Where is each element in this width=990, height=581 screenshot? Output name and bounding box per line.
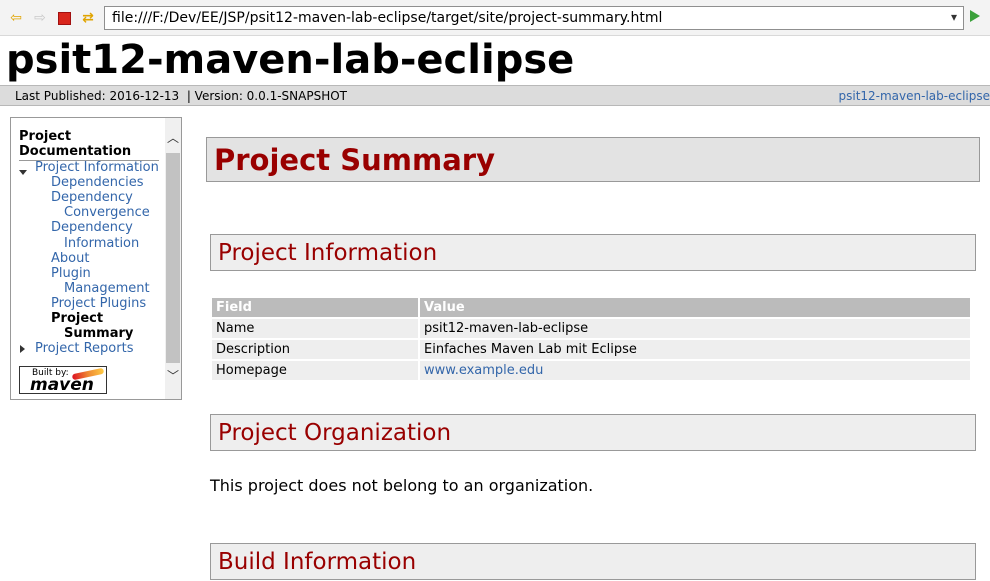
table-cell-field: Description <box>212 340 418 359</box>
left-navigation: Project Documentation Project Informatio… <box>10 117 182 400</box>
nav-dependency-information[interactable]: Dependency <box>51 220 133 235</box>
scroll-up-icon[interactable]: ︿ <box>165 130 181 146</box>
go-icon[interactable] <box>970 10 980 22</box>
nav-about[interactable]: About <box>51 251 89 266</box>
section-project-information: Project Information <box>210 234 976 271</box>
table-header-row: Field Value <box>212 298 970 317</box>
last-published: Last Published: 2016-12-13 <box>15 89 180 103</box>
table-cell-value: psit12-maven-lab-eclipse <box>420 319 970 338</box>
nav-project-summary-cont: Summary <box>64 326 134 341</box>
dropdown-icon[interactable]: ▾ <box>951 10 957 24</box>
nav-scrollbar[interactable]: ︿ ﹀ <box>165 118 181 399</box>
url-bar[interactable]: file:///F:/Dev/EE/JSP/psit12-maven-lab-e… <box>104 6 964 30</box>
nav-dependency-convergence-cont[interactable]: Convergence <box>64 205 150 220</box>
back-arrow-icon[interactable]: ⇦ <box>8 10 24 26</box>
table-row: Homepage www.example.edu <box>212 361 970 380</box>
refresh-icon[interactable]: ⇄ <box>80 10 96 26</box>
breadcrumb-project-link[interactable]: psit12-maven-lab-eclipse <box>838 89 990 103</box>
table-row: Description Einfaches Maven Lab mit Ecli… <box>212 340 970 359</box>
section-build-information: Build Information <box>210 543 976 580</box>
homepage-link[interactable]: www.example.edu <box>420 361 970 380</box>
table-row: Name psit12-maven-lab-eclipse <box>212 319 970 338</box>
page-title: Project Summary <box>214 143 495 177</box>
nav-project-summary: Project <box>51 311 104 326</box>
project-info-table: Field Value Name psit12-maven-lab-eclips… <box>210 296 972 382</box>
breadcrumb: Last Published: 2016-12-13 | Version: 0.… <box>0 85 990 106</box>
browser-toolbar: ⇦ ⇨ ⇄ file:///F:/Dev/EE/JSP/psit12-maven… <box>0 0 990 36</box>
section-title-information: Project Information <box>218 240 438 266</box>
built-by-maven-logo[interactable]: Built by: maven <box>19 366 107 395</box>
nav-dependency-information-cont[interactable]: Information <box>64 236 139 251</box>
scroll-down-icon[interactable]: ﹀ <box>165 368 181 384</box>
expanded-triangle-icon[interactable] <box>19 170 27 175</box>
nav-dependency-convergence[interactable]: Dependency <box>51 190 133 205</box>
collapsed-triangle-icon[interactable] <box>20 345 25 353</box>
publish-info: Last Published: 2016-12-13 | Version: 0.… <box>15 89 347 103</box>
forward-arrow-icon[interactable]: ⇨ <box>32 10 48 26</box>
section-title-build: Build Information <box>218 549 417 575</box>
section-project-organization: Project Organization <box>210 414 976 451</box>
version: | Version: 0.0.1-SNAPSHOT <box>186 89 347 103</box>
nav-project-plugins[interactable]: Project Plugins <box>51 296 146 311</box>
nav-project-reports[interactable]: Project Reports <box>35 341 133 356</box>
nav-heading: Project Documentation <box>19 129 159 161</box>
organization-text: This project does not belong to an organ… <box>210 476 594 495</box>
table-cell-field: Homepage <box>212 361 418 380</box>
site-title: psit12-maven-lab-eclipse <box>6 37 575 83</box>
nav-project-information[interactable]: Project Information <box>35 160 159 175</box>
table-cell-field: Name <box>212 319 418 338</box>
nav-plugin-management-cont[interactable]: Management <box>64 281 150 296</box>
page-title-box: Project Summary <box>206 137 980 182</box>
section-title-organization: Project Organization <box>218 420 452 446</box>
table-header-value: Value <box>420 298 970 317</box>
stop-icon[interactable] <box>56 10 72 26</box>
table-header-field: Field <box>212 298 418 317</box>
scroll-thumb[interactable] <box>166 153 180 363</box>
nav-dependencies[interactable]: Dependencies <box>51 175 144 190</box>
nav-plugin-management[interactable]: Plugin <box>51 266 91 281</box>
url-text[interactable]: file:///F:/Dev/EE/JSP/psit12-maven-lab-e… <box>112 10 662 26</box>
table-cell-value: Einfaches Maven Lab mit Eclipse <box>420 340 970 359</box>
site-banner: psit12-maven-lab-eclipse <box>0 36 990 84</box>
maven-word: maven <box>30 375 94 395</box>
